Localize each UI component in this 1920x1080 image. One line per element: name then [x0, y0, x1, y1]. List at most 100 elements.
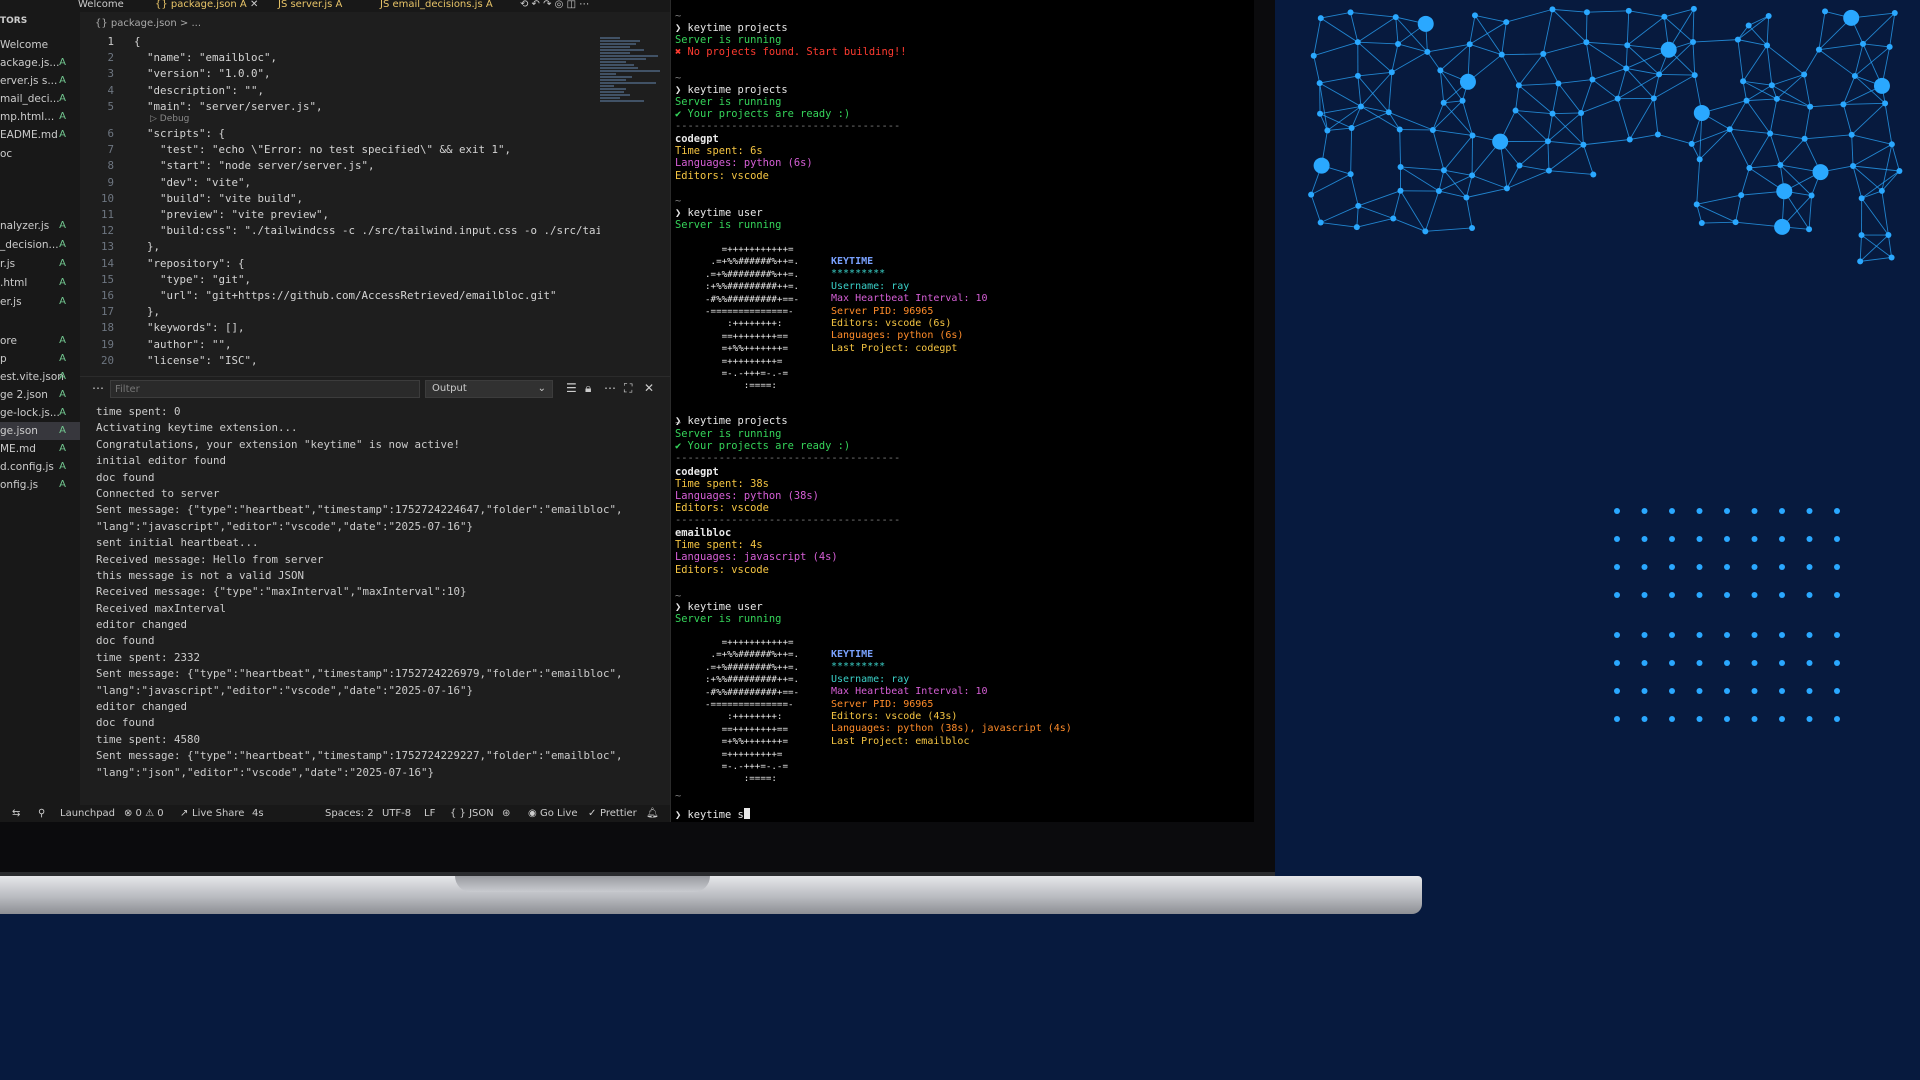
network-node: [1693, 201, 1700, 208]
explorer-item[interactable]: pA: [0, 350, 80, 368]
tab-package-json[interactable]: {} package.json A: [155, 0, 247, 10]
explorer-item[interactable]: [0, 198, 80, 216]
code-line: 16 "url": "git+https://github.com/Access…: [80, 288, 600, 304]
network-node: [1583, 39, 1590, 46]
decorative-dot: [1751, 716, 1758, 722]
user-info-stars: *********: [831, 661, 886, 673]
explorer-item[interactable]: est.vite.json A: [0, 368, 80, 386]
network-edge: [1653, 74, 1660, 99]
language-mode-selector[interactable]: { } JSON: [450, 805, 494, 822]
live-share-button[interactable]: Live Share: [192, 805, 244, 822]
logo-ascii-art: ==++++++++==: [705, 330, 788, 342]
network-edge: [1400, 166, 1444, 171]
output-channel-select[interactable]: Output ⌄: [425, 380, 553, 398]
explorer-item[interactable]: oc: [0, 145, 80, 163]
explorer-item[interactable]: nalyzer.js A: [0, 217, 80, 235]
network-node: [1745, 22, 1752, 29]
network-edge: [1542, 9, 1553, 55]
decorative-dot: [1751, 508, 1758, 514]
network-node: [1698, 220, 1705, 227]
indentation-selector[interactable]: Spaces: 2: [325, 805, 374, 822]
terminal-command: ❯ keytime projects: [675, 22, 788, 34]
tab-email-decisions-js[interactable]: JS email_decisions.js A: [380, 0, 493, 10]
explorer-item[interactable]: onfig.js A: [0, 476, 80, 494]
problems-indicator[interactable]: ⊗ 0 ⚠ 0: [124, 805, 164, 822]
launchpad-icon: ⚲: [38, 808, 46, 819]
tab-close-icon[interactable]: ✕: [250, 0, 258, 10]
editor-actions-icons[interactable]: ⟲ ↶ ↷ ◎ ◫ ⋯: [520, 0, 589, 10]
explorer-item[interactable]: ge 2.json A: [0, 386, 80, 404]
explorer-item[interactable]: erver.js s... A: [0, 72, 80, 90]
network-edge: [1586, 41, 1627, 69]
encoding-selector[interactable]: UTF-8: [382, 805, 411, 822]
network-edge: [1803, 74, 1811, 107]
network-edge: [1729, 129, 1750, 169]
terminal[interactable]: ~ ❯ keytime projects Server is running ✖ No…: [670, 0, 1254, 822]
panel-divider[interactable]: [80, 376, 670, 377]
explorer-item[interactable]: Welcome: [0, 36, 80, 54]
network-edge: [1586, 10, 1629, 13]
explorer-item-name: erver.js s...: [0, 75, 58, 87]
breadcrumb[interactable]: {} package.json > ...: [95, 18, 201, 29]
network-edge: [1552, 112, 1582, 115]
launchpad-button[interactable]: Launchpad: [60, 805, 115, 822]
network-edge: [1861, 170, 1900, 199]
maximize-panel-icon[interactable]: ⛶: [624, 381, 632, 396]
network-node: [1773, 95, 1780, 102]
project-languages: Languages: python (38s): [675, 490, 819, 502]
lock-icon[interactable]: 🔒︎: [585, 381, 591, 396]
go-live-button[interactable]: Go Live: [540, 805, 577, 822]
explorer-item[interactable]: mail_deci... A: [0, 90, 80, 108]
terminal-input-line[interactable]: ❯ keytime s: [675, 808, 750, 821]
terminal-command: ❯ keytime user: [675, 207, 763, 219]
remote-icon[interactable]: ⇆: [12, 805, 20, 822]
code-editor[interactable]: 1{2 "name": "emailbloc", 3 "version": "1.…: [80, 34, 670, 374]
explorer-item[interactable]: .html A: [0, 274, 80, 292]
explorer-item[interactable]: _decision... A: [0, 236, 80, 254]
explorer-item-name: nalyzer.js: [0, 220, 50, 232]
panel-more-icon[interactable]: ⋯: [604, 381, 616, 395]
keytime-timer[interactable]: 4s: [252, 805, 264, 822]
network-node: [1555, 80, 1562, 87]
more-actions-icon[interactable]: ⋯: [92, 381, 104, 395]
network-edge: [1350, 11, 1396, 18]
explorer-item[interactable]: ge.json A: [0, 422, 80, 440]
minimap[interactable]: [600, 36, 662, 116]
explorer-item[interactable]: ackage.js... A: [0, 54, 80, 72]
explorer-item[interactable]: EADME.md A: [0, 126, 80, 144]
explorer-item[interactable]: [0, 312, 80, 330]
explorer-item[interactable]: ME.md A: [0, 440, 80, 458]
network-node: [1503, 19, 1510, 26]
explorer-item[interactable]: mp.html... A: [0, 108, 80, 126]
explorer-item[interactable]: r.js A: [0, 255, 80, 273]
git-status-badge: A: [59, 111, 66, 122]
decorative-dot: [1834, 508, 1840, 514]
network-edge: [1471, 174, 1508, 189]
codelens-debug[interactable]: ▷ Debug: [150, 114, 670, 125]
output-filter-input[interactable]: [110, 380, 420, 398]
explorer-item[interactable]: ge-lock.js... A: [0, 404, 80, 422]
network-node: [1347, 171, 1354, 178]
logo-ascii-art: =-.-+++=-.-=: [705, 761, 788, 772]
network-edge: [1443, 135, 1473, 171]
copilot-icon[interactable]: ⊛: [502, 805, 510, 822]
network-edge: [1319, 106, 1362, 115]
code-text: },: [134, 305, 161, 319]
explorer-item[interactable]: ore A: [0, 332, 80, 350]
logo-ascii-art: .=+%%######%++=.: [705, 649, 800, 661]
notifications-icon[interactable]: 🔔︎: [646, 805, 659, 822]
success-message: ✔ Your projects are ready :): [675, 108, 851, 120]
clear-output-icon[interactable]: ☰: [566, 381, 577, 395]
explorer-item[interactable]: er.js A: [0, 293, 80, 311]
decorative-dot: [1834, 564, 1840, 570]
tab-server-js[interactable]: JS server.js A: [278, 0, 342, 10]
tab-welcome[interactable]: Welcome: [78, 0, 124, 10]
eol-selector[interactable]: LF: [424, 805, 435, 822]
logo-ascii-art: :+%%#########++=.: [705, 674, 800, 686]
explorer-item[interactable]: d.config.js A: [0, 458, 80, 476]
close-panel-icon[interactable]: ✕: [644, 381, 654, 395]
error-message: ✖ No projects found. Start building!!: [675, 46, 907, 58]
explorer-item[interactable]: [0, 180, 80, 198]
prettier-button[interactable]: Prettier: [600, 805, 637, 822]
explorer-item[interactable]: [0, 162, 80, 180]
